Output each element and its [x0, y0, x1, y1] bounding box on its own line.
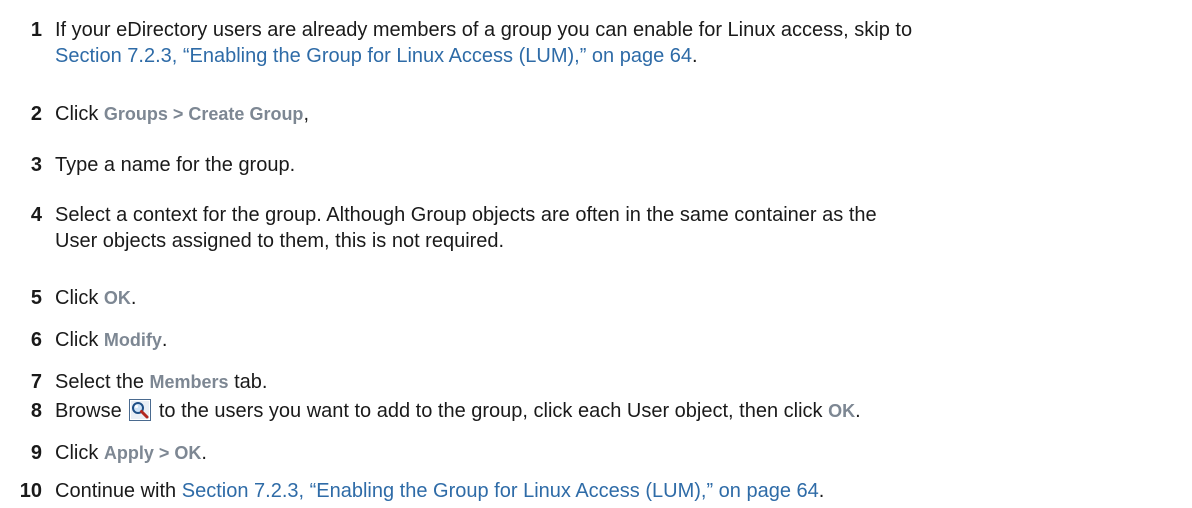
step-text: Click — [55, 329, 104, 351]
step-number: 9 — [30, 442, 42, 464]
step-number: 3 — [30, 154, 42, 176]
step-text: Click — [55, 287, 104, 309]
step-text: . — [692, 45, 698, 67]
step-body: Select the Members tab. — [55, 369, 1182, 395]
step-text: to the users you want to add to the grou… — [158, 400, 829, 422]
step-number: 1 — [30, 19, 42, 41]
ui-term-ok: OK — [103, 288, 131, 308]
step-body: Browse to the users you want to add to t… — [55, 398, 1182, 424]
step-text: Continue with — [55, 480, 182, 502]
step-number: 7 — [30, 371, 42, 393]
step-body: Click Groups > Create Group, — [55, 101, 1182, 127]
ui-term-members: Members — [149, 372, 229, 392]
step-number: 6 — [30, 329, 42, 351]
step-body: Continue with Section 7.2.3, “Enabling t… — [55, 478, 1182, 504]
step-text: Type a name for the group. — [55, 154, 296, 176]
step-text: User objects assigned to them, this is n… — [55, 230, 505, 252]
step-text: Browse — [55, 400, 122, 422]
step-text: Select a context for the group. Although… — [55, 204, 877, 226]
browse-magnifier-icon[interactable] — [129, 399, 152, 421]
ui-term-modify: Modify — [103, 330, 162, 350]
step-text: Select the — [55, 371, 150, 393]
step-text: Click — [55, 103, 104, 125]
step-text: . — [161, 329, 168, 351]
ui-term-apply-ok: Apply > OK — [103, 443, 202, 463]
step-text: . — [818, 480, 825, 502]
step-body: If your eDirectory users are already mem… — [55, 17, 1182, 69]
section-link[interactable]: Section 7.2.3, “Enabling the Group for L… — [182, 480, 819, 502]
section-link[interactable]: Section 7.2.3, “Enabling the Group for L… — [55, 45, 692, 67]
step-text: . — [130, 287, 137, 309]
step-number: 4 — [30, 204, 42, 226]
ui-term-ok: OK — [828, 401, 856, 421]
step-body: Click Apply > OK. — [55, 440, 1182, 466]
step-text: . — [201, 442, 207, 464]
step-text: . — [855, 400, 861, 422]
step-text: Click — [55, 442, 104, 464]
ui-term-groups-create-group: Groups > Create Group — [103, 104, 304, 124]
step-body: Select a context for the group. Although… — [55, 202, 1182, 254]
step-number: 10 — [19, 480, 42, 502]
step-body: Click OK. — [55, 285, 1182, 311]
step-text: , — [303, 103, 309, 125]
step-number: 2 — [30, 103, 42, 125]
step-number: 8 — [30, 400, 42, 422]
step-body: Type a name for the group. — [55, 152, 1182, 178]
step-body: Click Modify. — [55, 327, 1182, 353]
step-number: 5 — [30, 287, 42, 309]
step-text: If your eDirectory users are already mem… — [55, 19, 913, 41]
step-text: tab. — [228, 371, 268, 393]
